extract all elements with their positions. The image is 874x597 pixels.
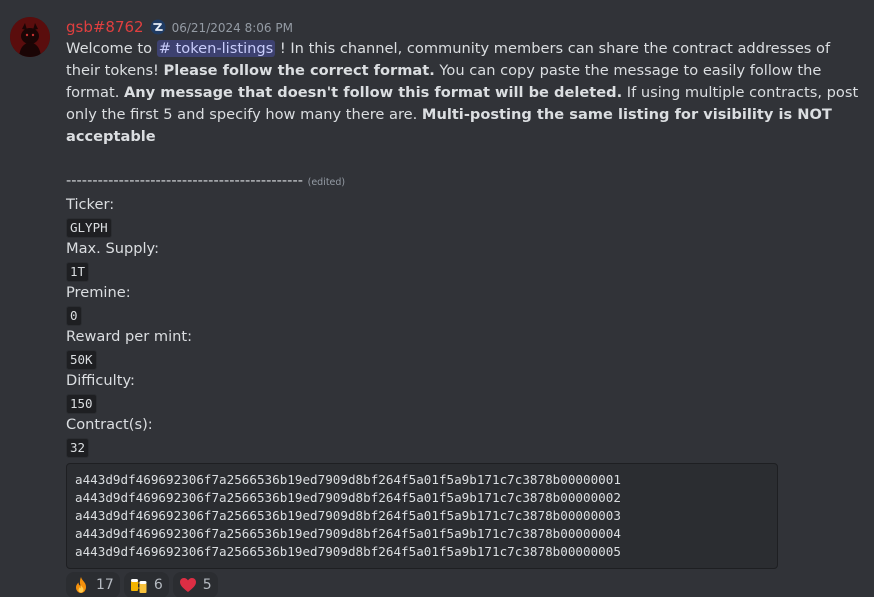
- field-label: Ticker:: [66, 196, 115, 213]
- field-value: 50K: [66, 350, 97, 370]
- reaction-red-heart[interactable]: 5: [172, 572, 218, 597]
- reaction-fire[interactable]: 17: [66, 572, 120, 597]
- timestamp[interactable]: 06/21/2024 8:06 PM: [172, 21, 293, 35]
- field-label: Premine:: [66, 284, 131, 301]
- intro-bold-1: Please follow the correct format.: [163, 62, 435, 79]
- field-reward-per-mint: Reward per mint: 50K: [66, 326, 861, 370]
- message-header: gsb#8762 06/21/2024 8:06 PM: [66, 16, 861, 38]
- message-body: Welcome to # token-listings ! In this ch…: [66, 38, 861, 569]
- intro-bold-2: Any message that doesn't follow this for…: [123, 84, 623, 101]
- divider-line: ----------------------------------------…: [66, 170, 861, 194]
- role-icon[interactable]: [150, 19, 166, 35]
- field-value: 1T: [66, 262, 90, 282]
- field-label: Contract(s):: [66, 416, 153, 433]
- avatar[interactable]: [10, 17, 50, 57]
- contract-line: a443d9df469692306f7a2566536b19ed7909d8bf…: [75, 472, 621, 487]
- beer-mugs-icon: [130, 576, 148, 594]
- contract-line: a443d9df469692306f7a2566536b19ed7909d8bf…: [75, 544, 621, 559]
- field-ticker: Ticker: GLYPH: [66, 194, 861, 238]
- field-value: GLYPH: [66, 218, 112, 238]
- field-premine: Premine: 0: [66, 282, 861, 326]
- field-label: Reward per mint:: [66, 328, 193, 345]
- field-contracts: Contract(s): 32: [66, 414, 861, 458]
- reactions-bar: 17 6 5: [66, 572, 861, 597]
- contract-line: a443d9df469692306f7a2566536b19ed7909d8bf…: [75, 508, 621, 523]
- field-value: 0: [66, 306, 82, 326]
- reaction-count: 6: [153, 577, 163, 593]
- field-label: Max. Supply:: [66, 240, 160, 257]
- fire-icon: [72, 576, 90, 594]
- reaction-count: 5: [202, 577, 212, 593]
- field-difficulty: Difficulty: 150: [66, 370, 861, 414]
- edited-label: (edited): [307, 177, 346, 188]
- intro-paragraph: Welcome to # token-listings ! In this ch…: [66, 38, 861, 148]
- reaction-beer-mugs[interactable]: 6: [123, 572, 169, 597]
- channel-mention-token-listings[interactable]: # token-listings: [156, 40, 276, 57]
- field-value: 150: [66, 394, 97, 414]
- intro-text: Welcome to: [66, 40, 157, 57]
- divider-text: ----------------------------------------…: [66, 172, 308, 189]
- message: gsb#8762 06/21/2024 8:06 PM Welcome to #…: [0, 0, 874, 597]
- message-content: gsb#8762 06/21/2024 8:06 PM Welcome to #…: [66, 16, 861, 597]
- contracts-code-block[interactable]: a443d9df469692306f7a2566536b19ed7909d8bf…: [66, 463, 778, 569]
- field-max-supply: Max. Supply: 1T: [66, 238, 861, 282]
- username[interactable]: gsb#8762: [66, 18, 144, 36]
- contract-line: a443d9df469692306f7a2566536b19ed7909d8bf…: [75, 526, 621, 541]
- field-label: Difficulty:: [66, 372, 135, 389]
- contract-line: a443d9df469692306f7a2566536b19ed7909d8bf…: [75, 490, 621, 505]
- field-value: 32: [66, 438, 90, 458]
- red-heart-icon: [179, 576, 197, 594]
- avatar-image: [10, 17, 50, 57]
- reaction-count: 17: [96, 577, 114, 593]
